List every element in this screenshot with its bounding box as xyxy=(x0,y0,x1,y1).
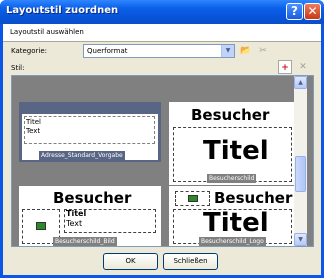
scroll-down-button[interactable]: ▼ xyxy=(294,233,307,246)
chevron-down-icon[interactable]: ▼ xyxy=(221,45,234,57)
preview-heading: Besucher xyxy=(53,189,132,207)
stil-label: Stil: xyxy=(11,64,25,72)
scroll-thumb[interactable] xyxy=(295,156,306,192)
kategorie-label: Kategorie: xyxy=(11,47,48,55)
header-text: Layoutstil auswählen xyxy=(10,28,84,36)
image-icon xyxy=(36,222,46,230)
preview-line: Titel xyxy=(66,209,87,218)
preview-title: Titel xyxy=(203,136,269,166)
style-name: Besucherschild_Bild xyxy=(53,237,117,246)
style-list[interactable]: Titel Text Adresse_Standard_Vorgabe Besu… xyxy=(11,75,314,247)
style-tile[interactable]: Besucher Titel Besucherschild_Logo xyxy=(169,186,297,246)
window-title: Layoutstil zuordnen xyxy=(6,5,119,16)
logo-frame xyxy=(175,191,210,206)
vertical-scrollbar[interactable]: ▲ ▼ xyxy=(294,76,307,246)
preview-line: Text xyxy=(26,127,41,135)
preview-heading: Besucher xyxy=(214,189,293,207)
preview-line: Text xyxy=(66,219,83,228)
preview-title: Titel xyxy=(203,208,269,238)
preview-line: Titel xyxy=(26,118,42,126)
scroll-up-button[interactable]: ▲ xyxy=(294,76,307,89)
preview-heading: Besucher xyxy=(191,106,270,124)
style-name: Adresse_Standard_Vorgabe xyxy=(39,151,125,160)
dialog-client: Layoutstil auswählen Kategorie: Querform… xyxy=(3,24,321,275)
style-tile[interactable]: Titel Text Adresse_Standard_Vorgabe xyxy=(19,102,161,162)
add-style-icon[interactable]: + xyxy=(278,60,292,74)
style-tile[interactable]: Besucher Titel Text Besucherschild_Bild xyxy=(19,186,161,246)
kategorie-value: Querformat xyxy=(87,47,128,55)
remove-style-icon: ✕ xyxy=(299,62,307,72)
style-name: Besucherschild xyxy=(207,174,257,183)
open-folder-icon[interactable]: 📂 xyxy=(239,44,253,58)
image-icon xyxy=(188,195,198,202)
help-button[interactable]: ? xyxy=(286,3,303,20)
kategorie-select[interactable]: Querformat ▼ xyxy=(83,44,235,58)
dialog-window: Layoutstil zuordnen ? ✕ Layoutstil auswä… xyxy=(0,0,324,278)
close-button[interactable]: Schließen xyxy=(163,253,218,270)
ok-button[interactable]: OK xyxy=(103,253,158,270)
close-window-button[interactable]: ✕ xyxy=(304,3,321,20)
cut-icon: ✂ xyxy=(259,46,267,56)
title-bar[interactable]: Layoutstil zuordnen ? ✕ xyxy=(0,0,324,24)
style-tile[interactable]: Besucher Titel Besucherschild xyxy=(169,102,297,185)
text-frame xyxy=(24,116,155,144)
dialog-header: Layoutstil auswählen xyxy=(3,24,321,42)
style-name: Besucherschild_Logo xyxy=(199,237,266,246)
